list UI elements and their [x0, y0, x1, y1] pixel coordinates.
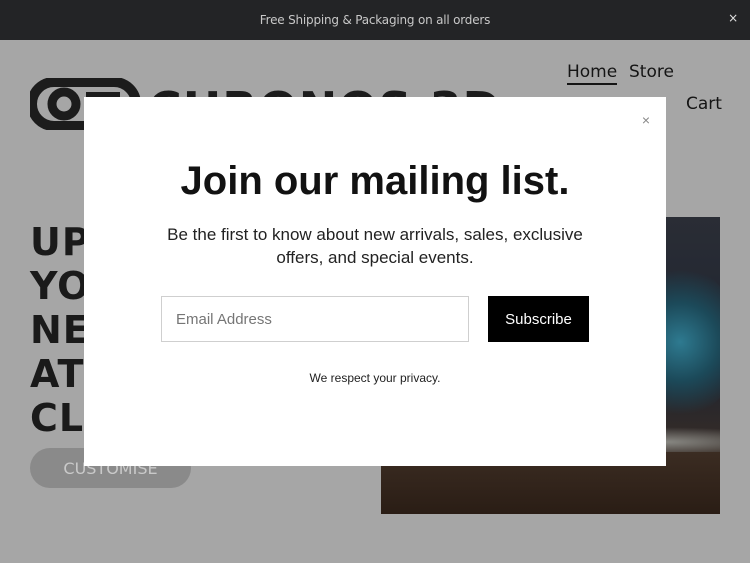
nav-store[interactable]: Store	[629, 62, 674, 82]
subscribe-button[interactable]: Subscribe	[488, 296, 589, 342]
nav-cart[interactable]: Cart	[686, 94, 722, 114]
announcement-text: Free Shipping & Packaging on all orders	[259, 13, 491, 27]
email-field[interactable]	[161, 296, 469, 342]
modal-description: Be the first to know about new arrivals,…	[167, 225, 583, 267]
hero-headline-line: AT	[30, 352, 85, 396]
close-icon[interactable]: ×	[642, 112, 650, 128]
hero-headline-line: UP	[30, 220, 91, 264]
hero-headline-line: YO	[30, 264, 91, 308]
close-icon[interactable]: ×	[728, 11, 738, 25]
hero-headline-line: CL	[30, 396, 85, 440]
modal-title: Join our mailing list.	[180, 159, 570, 203]
newsletter-modal: × Join our mailing list. Be the first to…	[84, 97, 666, 466]
nav-home[interactable]: Home	[567, 62, 618, 85]
hero-headline-line: NE	[30, 308, 90, 352]
announcement-bar: Free Shipping & Packaging on all orders …	[0, 0, 750, 40]
privacy-note: We respect your privacy.	[309, 371, 441, 385]
